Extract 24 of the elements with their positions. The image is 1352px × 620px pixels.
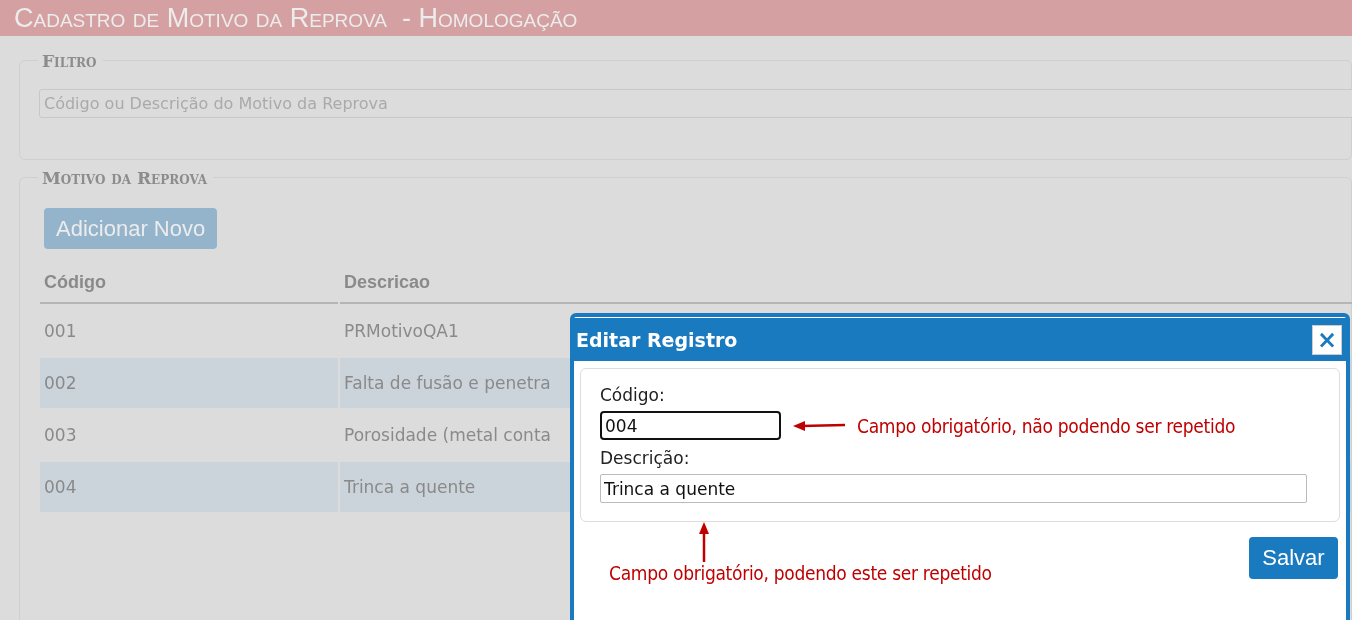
column-header: Descricao bbox=[340, 262, 1352, 304]
column-header: Código bbox=[40, 262, 338, 304]
table-cell: Trinca a quente bbox=[344, 477, 476, 497]
field-label: Código: bbox=[600, 385, 666, 405]
page-title: Cadastro de Motivo da Reprova - Homologação bbox=[0, 0, 1352, 36]
table-cell: 004 bbox=[44, 477, 77, 497]
input-field[interactable]: Trinca a quente bbox=[600, 474, 1307, 503]
close-button[interactable]: × bbox=[1312, 324, 1342, 355]
table-cell: 001 bbox=[44, 321, 77, 341]
dialog-title: Editar Registro bbox=[576, 328, 738, 351]
annotation-text: Campo obrigatório, não podendo ser repetido bbox=[857, 414, 1236, 437]
save-button[interactable]: Salvar bbox=[1249, 537, 1338, 579]
panel-legend: Motivo da Reprova bbox=[38, 169, 214, 187]
table-cell: 003 bbox=[44, 425, 77, 445]
table-cell: Porosidade (metal conta bbox=[344, 425, 551, 445]
arrow-icon bbox=[699, 522, 709, 562]
input-field[interactable]: 004 bbox=[600, 411, 781, 440]
panel-legend: Filtro bbox=[38, 52, 103, 70]
table-cell: Falta de fusão e penetra bbox=[344, 373, 551, 393]
table-cell: PRMotivoQA1 bbox=[344, 321, 459, 341]
annotation-text: Campo obrigatório, podendo este ser repetido bbox=[609, 562, 992, 584]
table-cell: 002 bbox=[44, 373, 77, 393]
arrow-icon bbox=[793, 420, 845, 431]
field-label: Descrição: bbox=[600, 448, 691, 468]
